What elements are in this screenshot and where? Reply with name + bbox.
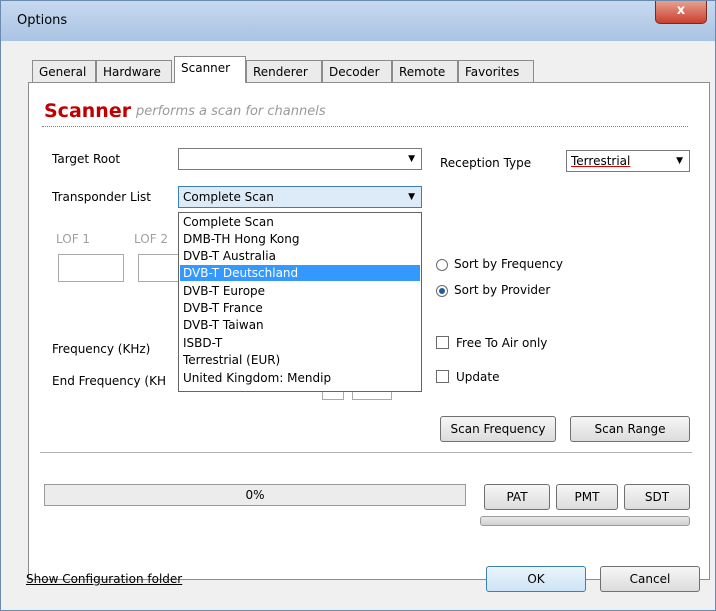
reception-type-combo[interactable]: Terrestrial ▼	[566, 150, 690, 172]
pmt-button[interactable]: PMT	[556, 484, 618, 510]
cancel-button[interactable]: Cancel	[600, 566, 700, 592]
sort-by-frequency-label[interactable]: Sort by Frequency	[454, 257, 563, 271]
scan-progress-bar: 0%	[44, 484, 466, 506]
tab-favorites[interactable]: Favorites	[458, 60, 534, 82]
reception-type-value: Terrestrial	[571, 154, 631, 168]
pat-button[interactable]: PAT	[484, 484, 550, 510]
list-item[interactable]: DVB-T Europe	[180, 283, 420, 299]
close-button[interactable]: x	[655, 1, 707, 24]
target-root-label: Target Root	[52, 152, 121, 166]
tab-general[interactable]: General	[32, 60, 96, 82]
table-progress-bar	[480, 516, 690, 526]
tab-hardware[interactable]: Hardware	[96, 60, 172, 82]
frequency-label: Frequency (KHz)	[52, 342, 151, 356]
lof2-label: LOF 2	[134, 232, 169, 246]
window-title: Options	[17, 13, 68, 28]
list-item[interactable]: Terrestrial (EUR)	[180, 352, 420, 368]
list-item[interactable]: DVB-T Taiwan	[180, 317, 420, 333]
sort-by-provider-label[interactable]: Sort by Provider	[454, 283, 550, 297]
title-bar[interactable]: Options x	[1, 1, 715, 41]
scan-range-button[interactable]: Scan Range	[570, 416, 690, 442]
list-item-selected[interactable]: DVB-T Deutschland	[180, 265, 420, 281]
show-config-folder-link[interactable]: Show Configuration folder	[26, 572, 182, 586]
tab-scanner[interactable]: Scanner	[174, 56, 246, 83]
transponder-list-label: Transponder List	[52, 190, 151, 204]
update-checkbox[interactable]	[436, 370, 449, 383]
list-item[interactable]: ISBD-T	[180, 335, 420, 351]
update-label[interactable]: Update	[456, 370, 499, 384]
free-to-air-label[interactable]: Free To Air only	[456, 336, 547, 350]
free-to-air-checkbox[interactable]	[436, 336, 449, 349]
progress-text: 0%	[245, 488, 265, 502]
header-divider	[42, 126, 688, 127]
lof1-label: LOF 1	[56, 232, 91, 246]
sdt-button[interactable]: SDT	[624, 484, 690, 510]
chevron-down-icon: ▼	[408, 192, 415, 202]
transponder-list-combo[interactable]: Complete Scan ▼	[178, 186, 422, 208]
lof2-input[interactable]	[138, 254, 182, 282]
transponder-list-value: Complete Scan	[183, 190, 274, 204]
list-item[interactable]: DVB-T Australia	[180, 248, 420, 264]
section-divider	[40, 452, 692, 453]
tab-remote[interactable]: Remote	[392, 60, 458, 82]
list-item[interactable]: United Kingdom: Mendip	[180, 370, 420, 386]
transponder-dropdown-list[interactable]: Complete Scan DMB-TH Hong Kong DVB-T Aus…	[178, 212, 422, 392]
list-item[interactable]: Complete Scan	[180, 214, 420, 230]
list-item[interactable]: DVB-T France	[180, 300, 420, 316]
lof1-input[interactable]	[58, 254, 124, 282]
chevron-down-icon: ▼	[408, 154, 415, 164]
list-item[interactable]: DMB-TH Hong Kong	[180, 231, 420, 247]
ok-button[interactable]: OK	[486, 566, 586, 592]
scan-frequency-button[interactable]: Scan Frequency	[440, 416, 556, 442]
sort-by-provider-radio[interactable]	[436, 285, 448, 297]
tab-renderer[interactable]: Renderer	[246, 60, 322, 82]
page-subtitle: performs a scan for channels	[136, 104, 326, 119]
sort-by-frequency-radio[interactable]	[436, 259, 448, 271]
reception-type-label: Reception Type	[440, 156, 532, 170]
target-root-combo[interactable]: ▼	[178, 148, 422, 170]
page-title: Scanner	[44, 100, 132, 122]
end-frequency-label: End Frequency (KH	[52, 374, 166, 388]
close-icon: x	[676, 3, 686, 18]
tab-decoder[interactable]: Decoder	[322, 60, 392, 82]
chevron-down-icon: ▼	[676, 156, 683, 166]
